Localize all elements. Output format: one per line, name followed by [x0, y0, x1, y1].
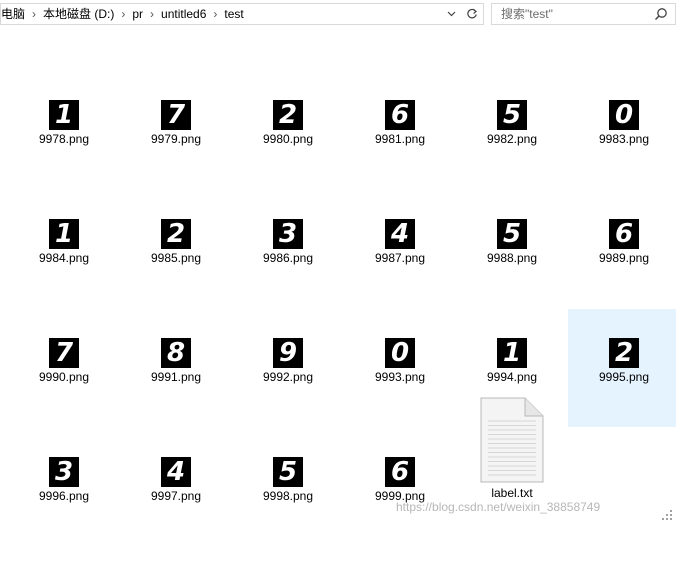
file-name-label: 9991.png: [150, 370, 202, 384]
text-document-icon: [480, 397, 544, 483]
thumbnail-digit: 6: [614, 219, 634, 249]
image-thumbnail: 2: [609, 338, 639, 368]
image-thumbnail: 1: [497, 338, 527, 368]
file-name-label: 9983.png: [598, 132, 650, 146]
thumbnail-digit: 5: [502, 219, 522, 249]
image-thumbnail: 5: [497, 219, 527, 249]
file-item-image[interactable]: 3 9996.png: [8, 453, 120, 571]
thumbnail-digit: 0: [390, 338, 410, 368]
image-thumbnail: 7: [49, 338, 79, 368]
file-item-image[interactable]: 1 9984.png: [8, 215, 120, 333]
image-thumbnail: 8: [161, 338, 191, 368]
image-thumbnail: 5: [497, 100, 527, 130]
file-item-image[interactable]: 9 9992.png: [232, 334, 344, 452]
thumbnail-digit: 3: [54, 457, 74, 487]
thumbnail-digit: 2: [166, 219, 186, 249]
file-name-label: 9979.png: [150, 132, 202, 146]
thumbnail-digit: 1: [54, 219, 74, 249]
file-grid: 1 9978.png 7 9979.png 2 9980.png 6 9981.png 5 998…: [0, 0, 676, 525]
thumbnail-digit: 1: [502, 338, 522, 368]
file-name-label: 9980.png: [262, 132, 314, 146]
file-item-image[interactable]: 6 9981.png: [344, 96, 456, 214]
image-thumbnail: 6: [609, 219, 639, 249]
thumbnail-digit: 0: [614, 100, 634, 130]
file-item-text-document[interactable]: label.txt: [456, 397, 568, 507]
thumbnail-digit: 6: [390, 457, 410, 487]
image-thumbnail: 4: [161, 457, 191, 487]
file-name-label: 9987.png: [374, 251, 426, 265]
file-name-label: 9997.png: [150, 489, 202, 503]
file-name-label: 9992.png: [262, 370, 314, 384]
file-item-image[interactable]: 7 9990.png: [8, 334, 120, 452]
file-name-label: 9994.png: [486, 370, 538, 384]
thumbnail-digit: 7: [54, 338, 74, 368]
file-name-label: 9998.png: [262, 489, 314, 503]
image-thumbnail: 1: [49, 219, 79, 249]
image-thumbnail: 3: [49, 457, 79, 487]
thumbnail-digit: 4: [166, 457, 186, 487]
thumbnail-digit: 3: [278, 219, 298, 249]
file-item-image[interactable]: 8 9991.png: [120, 334, 232, 452]
thumbnail-digit: 9: [278, 338, 298, 368]
watermark-text: https://blog.csdn.net/weixin_38858749: [396, 500, 601, 514]
thumbnail-digit: 7: [166, 100, 186, 130]
file-item-image[interactable]: 0 9983.png: [568, 96, 676, 214]
image-thumbnail: 2: [161, 219, 191, 249]
file-name-label: 9982.png: [486, 132, 538, 146]
file-item-image[interactable]: 4 9987.png: [344, 215, 456, 333]
file-item-image[interactable]: 7 9979.png: [120, 96, 232, 214]
file-name-label: 9995.png: [598, 370, 650, 384]
file-name-label: 9978.png: [38, 132, 90, 146]
image-thumbnail: 6: [385, 457, 415, 487]
file-item-image[interactable]: 2 9985.png: [120, 215, 232, 333]
file-name-label: 9988.png: [486, 251, 538, 265]
file-item-image[interactable]: 2 9995.png: [568, 309, 676, 427]
thumbnail-digit: 6: [390, 100, 410, 130]
file-name-label: 9984.png: [38, 251, 90, 265]
image-thumbnail: 3: [273, 219, 303, 249]
image-thumbnail: 1: [49, 100, 79, 130]
file-name-label: 9989.png: [598, 251, 650, 265]
thumbnail-digit: 8: [166, 338, 186, 368]
image-thumbnail: 2: [273, 100, 303, 130]
file-item-image[interactable]: 5 9982.png: [456, 96, 568, 214]
thumbnail-digit: 1: [54, 100, 74, 130]
thumbnail-digit: 2: [614, 338, 634, 368]
file-item-image[interactable]: 3 9986.png: [232, 215, 344, 333]
image-thumbnail: 4: [385, 219, 415, 249]
file-item-image[interactable]: 2 9980.png: [232, 96, 344, 214]
file-item-image[interactable]: 5 9988.png: [456, 215, 568, 333]
file-name-label: 9990.png: [38, 370, 90, 384]
file-name-label: 9996.png: [38, 489, 90, 503]
image-thumbnail: 0: [609, 100, 639, 130]
thumbnail-digit: 4: [390, 219, 410, 249]
image-thumbnail: 5: [273, 457, 303, 487]
file-name-label: 9981.png: [374, 132, 426, 146]
resize-grip-icon[interactable]: [660, 508, 674, 522]
image-thumbnail: 6: [385, 100, 415, 130]
file-name-label: label.txt: [491, 486, 533, 500]
thumbnail-digit: 5: [278, 457, 298, 487]
file-item-image[interactable]: 4 9997.png: [120, 453, 232, 571]
file-name-label: 9993.png: [374, 370, 426, 384]
file-name-label: 9986.png: [262, 251, 314, 265]
file-item-image[interactable]: 1 9978.png: [8, 96, 120, 214]
thumbnail-digit: 2: [278, 100, 298, 130]
file-name-label: 9985.png: [150, 251, 202, 265]
file-item-image[interactable]: 5 9998.png: [232, 453, 344, 571]
image-thumbnail: 7: [161, 100, 191, 130]
thumbnail-digit: 5: [502, 100, 522, 130]
image-thumbnail: 9: [273, 338, 303, 368]
image-thumbnail: 0: [385, 338, 415, 368]
file-item-image[interactable]: 0 9993.png: [344, 334, 456, 452]
